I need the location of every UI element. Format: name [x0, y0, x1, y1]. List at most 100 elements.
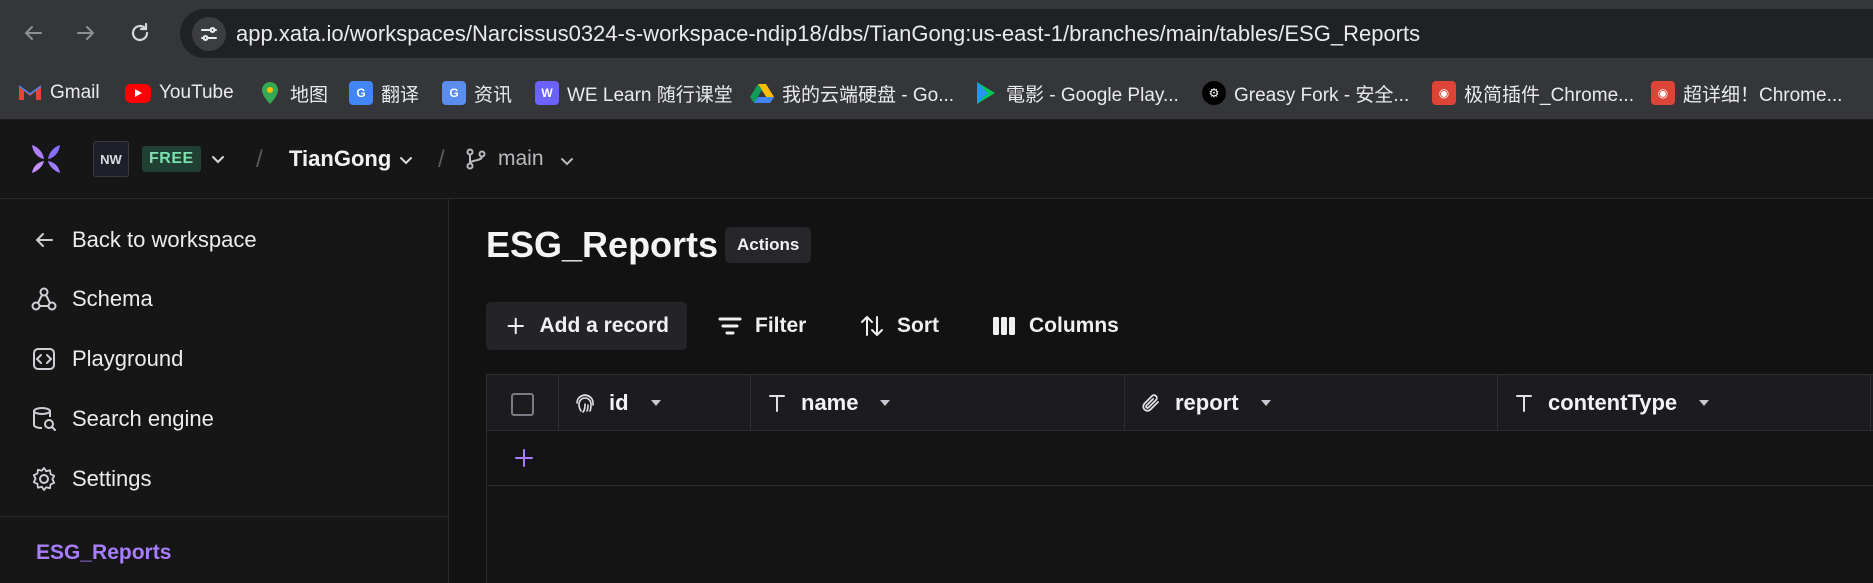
- breadcrumb-separator: /: [256, 146, 263, 173]
- text-type-icon: [1516, 395, 1532, 412]
- bookmark-label: 超详细！Chrome...: [1683, 84, 1843, 106]
- bookmark-label: WE Learn 随行课堂: [567, 84, 733, 106]
- database-name[interactable]: TianGong: [289, 146, 391, 172]
- bookmark-drive[interactable]: 我的云端硬盘 - Go...: [750, 79, 954, 107]
- play-icon: [974, 81, 998, 105]
- filter-button[interactable]: Filter: [717, 302, 806, 350]
- branch-name[interactable]: main: [498, 147, 544, 171]
- bookmark-chrome-guide[interactable]: ◉ 超详细！Chrome...: [1651, 79, 1842, 107]
- workspace-avatar[interactable]: NW: [93, 141, 129, 177]
- bookmarks-bar: Gmail YouTube 地图 G 翻译 G 资讯 W WE Learn 随行…: [0, 66, 1873, 120]
- greasyfork-icon: ⚙: [1202, 81, 1226, 105]
- bookmark-play[interactable]: 電影 - Google Play...: [974, 79, 1179, 107]
- bookmark-label: 极简插件_Chrome...: [1464, 84, 1634, 106]
- youtube-icon: [125, 83, 151, 103]
- caret-down-icon[interactable]: [878, 396, 892, 410]
- breadcrumb-separator: /: [438, 146, 445, 173]
- caret-down-icon[interactable]: [649, 396, 663, 410]
- sort-button[interactable]: Sort: [859, 302, 939, 350]
- drive-icon: [750, 81, 774, 105]
- column-name: contentType: [1548, 390, 1678, 415]
- select-all-checkbox[interactable]: [511, 393, 534, 416]
- plan-badge: FREE: [142, 146, 201, 172]
- arrow-left-icon: [24, 26, 42, 40]
- back-button[interactable]: [16, 16, 50, 50]
- sidebar-item-label: Back to workspace: [72, 227, 257, 252]
- bookmark-label: Greasy Fork - 安全...: [1234, 84, 1410, 106]
- actions-button[interactable]: Actions: [725, 227, 812, 263]
- chrome-store-icon: ◉: [1651, 81, 1675, 105]
- columns-label: Columns: [1029, 314, 1119, 337]
- sort-label: Sort: [897, 314, 939, 337]
- select-all-cell: [487, 375, 559, 431]
- add-record-button[interactable]: Add a record: [486, 302, 687, 350]
- bookmark-label: 電影 - Google Play...: [1006, 84, 1179, 106]
- fingerprint-icon: [576, 394, 594, 413]
- columns-button[interactable]: Columns: [991, 302, 1119, 350]
- column-header-contenttype[interactable]: contentType: [1498, 375, 1871, 431]
- playground-icon: [33, 348, 55, 370]
- sidebar-item-label: Settings: [72, 466, 152, 491]
- bookmark-label: 地图: [290, 84, 329, 106]
- chrome-store-icon: ◉: [1432, 81, 1456, 105]
- schema-icon: [31, 287, 57, 311]
- sidebar-item-playground[interactable]: Playground: [30, 345, 183, 373]
- bookmark-label: 资讯: [474, 84, 513, 106]
- address-bar[interactable]: app.xata.io/workspaces/Narcissus0324-s-w…: [180, 9, 1873, 58]
- bookmark-label: Gmail: [50, 82, 100, 103]
- sidebar-item-back-to-workspace[interactable]: Back to workspace: [30, 226, 257, 254]
- bookmark-youtube[interactable]: YouTube: [125, 79, 234, 107]
- bookmark-label: 翻译: [381, 84, 420, 106]
- site-info-icon[interactable]: [192, 17, 226, 51]
- chevron-down-icon[interactable]: [558, 152, 576, 170]
- bookmark-chrome-plugin[interactable]: ◉ 极简插件_Chrome...: [1432, 79, 1634, 107]
- column-header-name[interactable]: name: [751, 375, 1125, 431]
- bookmark-maps[interactable]: 地图: [258, 79, 328, 107]
- reload-icon: [131, 22, 149, 42]
- column-name: report: [1175, 390, 1239, 415]
- sidebar-item-label: Playground: [72, 346, 184, 371]
- columns-icon: [993, 317, 1015, 335]
- sidebar-table-esg-reports[interactable]: ESG_Reports: [36, 541, 171, 565]
- records-table: id name report contentType: [486, 374, 1873, 583]
- caret-down-icon[interactable]: [1259, 396, 1273, 410]
- sidebar-item-schema[interactable]: Schema: [30, 285, 153, 313]
- translate-icon: G: [349, 81, 373, 105]
- forward-button[interactable]: [69, 16, 103, 50]
- chevron-down-icon[interactable]: [397, 151, 415, 169]
- gmail-icon: [18, 81, 42, 105]
- add-row[interactable]: [487, 431, 1873, 486]
- sort-icon: [861, 316, 883, 336]
- sidebar-divider: [0, 516, 449, 517]
- column-header-report[interactable]: report: [1125, 375, 1498, 431]
- page-title: ESG_Reports: [486, 224, 719, 265]
- search-engine-icon: [33, 407, 56, 431]
- gear-icon: [32, 467, 56, 491]
- bookmark-gmail[interactable]: Gmail: [18, 79, 100, 107]
- arrow-right-icon: [77, 26, 95, 40]
- chevron-down-icon[interactable]: [209, 150, 227, 168]
- url-text: app.xata.io/workspaces/Narcissus0324-s-w…: [236, 21, 1421, 46]
- reload-button[interactable]: [123, 16, 157, 50]
- plus-icon: [507, 317, 524, 335]
- filter-icon: [718, 317, 742, 335]
- plus-icon[interactable]: [511, 445, 537, 471]
- column-name: id: [609, 390, 629, 415]
- xata-logo-icon[interactable]: [28, 141, 64, 177]
- bookmark-greasyfork[interactable]: ⚙ Greasy Fork - 安全...: [1202, 79, 1409, 107]
- main-content: ESG_Reports Actions Add a record Filter …: [449, 199, 1873, 583]
- sidebar-item-settings[interactable]: Settings: [30, 465, 152, 493]
- attachment-icon: [1142, 394, 1159, 412]
- bookmark-label: YouTube: [159, 82, 234, 103]
- column-name: name: [801, 390, 859, 415]
- table-header: id name report contentType: [487, 375, 1873, 431]
- caret-down-icon[interactable]: [1697, 396, 1711, 410]
- bookmark-label: 我的云端硬盘 - Go...: [782, 84, 955, 106]
- column-header-id[interactable]: id: [559, 375, 751, 431]
- maps-icon: [258, 81, 282, 105]
- bookmark-news[interactable]: G 资讯: [442, 79, 512, 107]
- bookmark-welearn[interactable]: W WE Learn 随行课堂: [535, 79, 733, 107]
- news-icon: G: [442, 81, 466, 105]
- sidebar-item-search-engine[interactable]: Search engine: [30, 405, 214, 433]
- bookmark-translate[interactable]: G 翻译: [349, 79, 419, 107]
